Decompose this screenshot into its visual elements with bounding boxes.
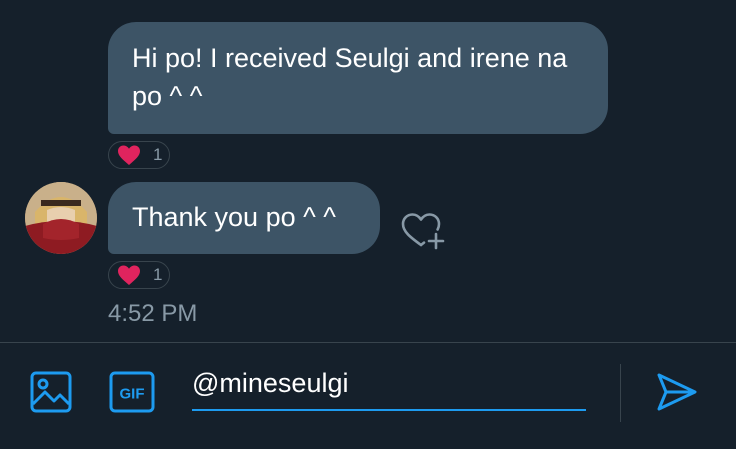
gif-label: GIF [120,386,145,403]
image-icon[interactable] [30,371,72,413]
reaction-count: 1 [153,265,163,284]
message-timestamp: 4:52 PM [108,300,198,327]
reaction-count: 1 [153,145,163,164]
gif-icon[interactable]: GIF [109,371,155,413]
heart-icon [118,145,140,165]
message-bubble[interactable]: Hi po! I received Seulgi and irene na po… [108,22,608,134]
reaction-pill[interactable]: 1 [108,141,170,169]
message-bubble[interactable]: Thank you po ^ ^ [108,182,380,254]
compose-divider [0,342,736,343]
reaction-pill[interactable]: 1 [108,261,170,289]
message-text: Thank you po ^ ^ [132,202,336,232]
message-input[interactable] [192,368,586,411]
message-text: Hi po! I received Seulgi and irene na po… [132,43,568,111]
send-icon[interactable] [656,372,698,412]
avatar-image [25,182,97,254]
heart-icon [118,265,140,285]
input-divider [620,364,621,422]
add-reaction-icon[interactable] [400,207,448,253]
avatar[interactable] [25,182,97,254]
